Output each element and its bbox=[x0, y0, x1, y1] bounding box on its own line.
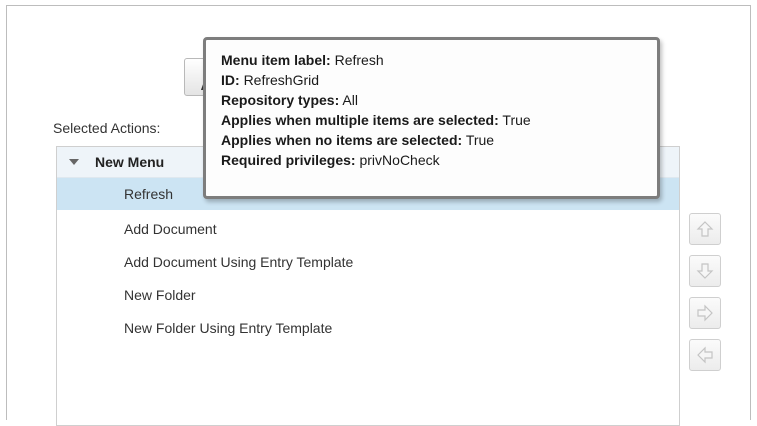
tooltip-row-label: Menu item label: Refresh bbox=[221, 50, 657, 70]
tooltip-key: Required privileges: bbox=[221, 152, 356, 168]
tooltip-row-id: ID: RefreshGrid bbox=[221, 70, 657, 90]
tooltip-key: Menu item label: bbox=[221, 52, 331, 68]
tooltip-value: privNoCheck bbox=[359, 152, 440, 168]
tooltip-value: All bbox=[342, 92, 358, 108]
tooltip-value: True bbox=[465, 132, 495, 148]
tree-item-add-document[interactable]: Add Document bbox=[57, 213, 679, 245]
arrow-down-icon bbox=[696, 263, 714, 279]
selected-actions-label: Selected Actions: bbox=[53, 120, 161, 136]
tree-item-label: New Folder bbox=[124, 287, 196, 303]
arrow-right-icon bbox=[697, 304, 713, 322]
action-details-tooltip: Menu item label: Refresh ID: RefreshGrid… bbox=[203, 37, 660, 199]
tree-item-new-folder-entry-template[interactable]: New Folder Using Entry Template bbox=[57, 312, 679, 344]
move-up-button[interactable] bbox=[689, 213, 721, 245]
tooltip-key: Applies when no items are selected: bbox=[221, 132, 463, 148]
tooltip-value: Refresh bbox=[334, 52, 384, 68]
move-left-button[interactable] bbox=[689, 339, 721, 371]
tooltip-value: RefreshGrid bbox=[243, 72, 320, 88]
arrow-left-icon bbox=[697, 346, 713, 364]
tooltip-key: Repository types: bbox=[221, 92, 340, 108]
tree-item-label: New Folder Using Entry Template bbox=[124, 320, 333, 336]
tooltip-row-none-selected: Applies when no items are selected: True bbox=[221, 130, 657, 150]
tree-item-label: Add Document bbox=[124, 221, 217, 237]
tooltip-key: ID: bbox=[221, 72, 240, 88]
collapse-arrow-icon[interactable] bbox=[69, 159, 79, 165]
move-right-button[interactable] bbox=[689, 297, 721, 329]
tree-item-label: Refresh bbox=[124, 186, 174, 202]
tooltip-row-multiple-selected: Applies when multiple items are selected… bbox=[221, 110, 657, 130]
tooltip-key: Applies when multiple items are selected… bbox=[221, 112, 499, 128]
tree-root-label: New Menu bbox=[95, 154, 165, 170]
arrow-up-icon bbox=[696, 221, 714, 237]
tree-item-add-document-entry-template[interactable]: Add Document Using Entry Template bbox=[57, 246, 679, 278]
tooltip-row-repository-types: Repository types: All bbox=[221, 90, 657, 110]
tree-item-new-folder[interactable]: New Folder bbox=[57, 279, 679, 311]
move-down-button[interactable] bbox=[689, 255, 721, 287]
tree-item-label: Add Document Using Entry Template bbox=[124, 254, 354, 270]
tooltip-value: True bbox=[502, 112, 531, 128]
tooltip-row-required-privileges: Required privileges: privNoCheck bbox=[221, 150, 657, 170]
